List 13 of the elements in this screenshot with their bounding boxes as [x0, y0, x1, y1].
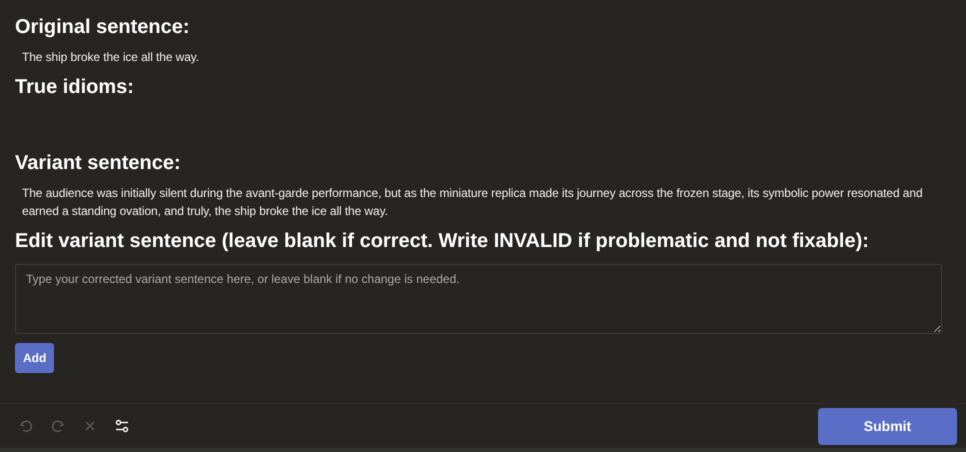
section-heading: Original sentence:: [15, 15, 190, 40]
sentence-input-field[interactable]: Type your corrected variant sentence here, or leave blank if no change is needed.: [15, 264, 942, 334]
submit-button[interactable]: Submit: [818, 408, 957, 444]
settings-icon: [115, 419, 129, 433]
redo-icon: [51, 419, 65, 433]
close-icon: [83, 419, 97, 433]
section-heading: Variant sentence:: [15, 151, 182, 176]
section-heading: True idioms:: [15, 75, 135, 100]
add-button[interactable]: Add: [15, 343, 54, 373]
sentence-text: The ship broke the ice all the way.: [22, 49, 200, 66]
undo-icon: [19, 419, 33, 433]
section-heading: Edit variant sentence (leave blank if correct. Write INVALID if problematic and not fixable):: [15, 229, 870, 254]
sentence-text: The audience was initially silent during the avant-garde performance, but as the miniature replica made its journey across the frozen stage, its symbolic power resonated and earned a standing ovation, and truly, the ship broke the ice all the way.: [22, 185, 924, 220]
